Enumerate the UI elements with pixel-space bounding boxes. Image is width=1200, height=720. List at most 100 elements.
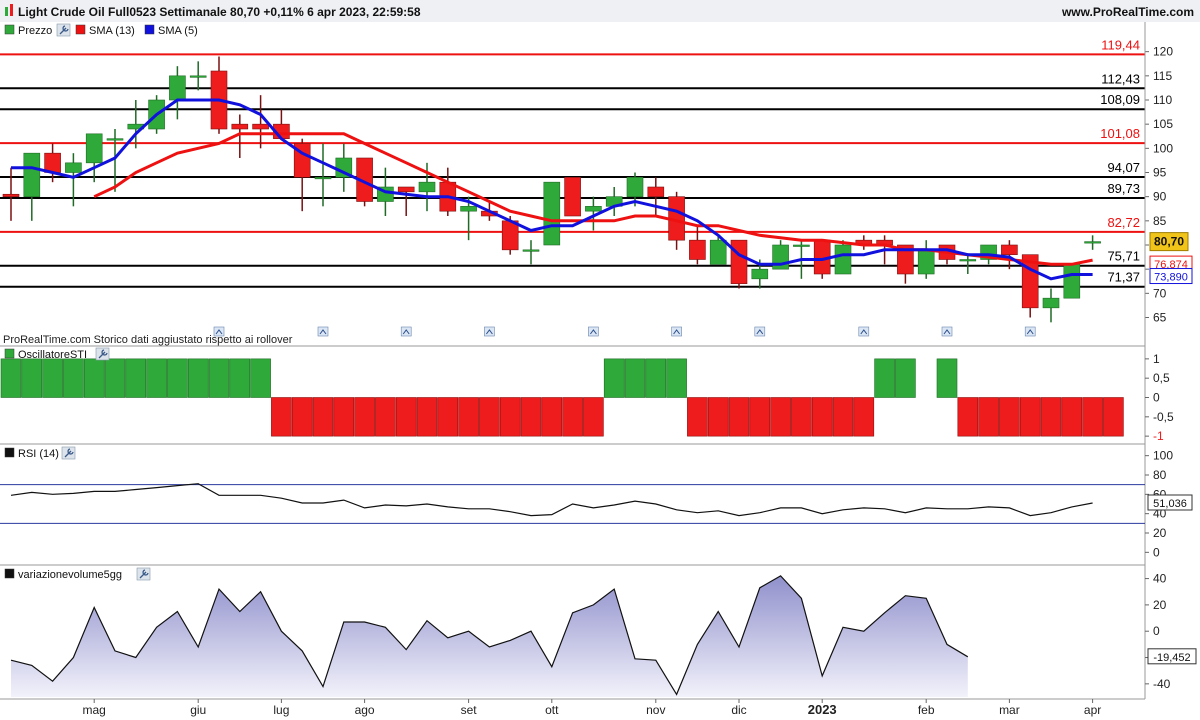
x-axis: mag giu lug ago set ott nov dic 2023 feb mar apr — [83, 699, 1101, 717]
rsi-legend: RSI (14) — [4, 446, 76, 460]
sti-bar — [499, 397, 521, 437]
candle-body — [1001, 244, 1018, 255]
event-marker-box — [588, 326, 599, 337]
x-tick-label: apr — [1084, 703, 1101, 717]
event-marker-icon — [671, 326, 682, 337]
x-tick-label: ott — [545, 703, 559, 717]
candle-body — [169, 75, 186, 101]
sti-bar — [1040, 397, 1062, 437]
x-tick-label: 2023 — [808, 702, 837, 717]
price-y-tick-label: 90 — [1153, 190, 1167, 204]
event-marker-box — [858, 326, 870, 337]
sti-y-tick-label: 1 — [1153, 352, 1160, 366]
sti-bar — [707, 397, 729, 437]
volume-label: variazionevolume5gg — [18, 569, 122, 581]
candle-body — [751, 268, 769, 280]
candle-body — [522, 249, 540, 252]
sti-bar — [42, 358, 63, 398]
candle-body — [252, 123, 269, 130]
volume-y-tick-label: 40 — [1153, 572, 1167, 586]
sti-bar — [895, 358, 916, 398]
level-label: 94,07 — [1107, 160, 1140, 175]
volume-y-tick-label: -40 — [1153, 677, 1171, 691]
sma5-last-label: 73,890 — [1154, 272, 1188, 284]
sti-bar — [208, 358, 230, 398]
candle-body — [626, 177, 644, 197]
sti-bar — [83, 358, 105, 398]
event-marker-box — [1024, 326, 1036, 337]
candle-body — [189, 75, 207, 78]
event-marker-icon — [858, 326, 870, 337]
x-tick-label: lug — [273, 703, 289, 717]
legend-sma13-swatch — [75, 24, 86, 35]
event-marker-icon — [317, 326, 329, 337]
level-label: 89,73 — [1107, 181, 1140, 196]
sti-bar — [749, 397, 771, 437]
price-y-tick-label: 65 — [1153, 311, 1167, 325]
rsi-line — [10, 483, 1093, 517]
legend-sma5-swatch — [144, 24, 155, 35]
sti-bar — [583, 397, 604, 437]
volume-panel: 40200-20-40-19,452 — [10, 572, 1197, 697]
candle-body — [959, 259, 977, 262]
candle-body — [44, 152, 61, 173]
wrench-icon[interactable] — [61, 446, 76, 460]
sti-bar — [770, 397, 791, 437]
sti-bar — [520, 397, 542, 437]
candle-body — [85, 133, 103, 164]
candle-body — [106, 138, 124, 141]
price-last-label: 80,70 — [1154, 235, 1184, 249]
x-tick-label: ago — [355, 703, 375, 717]
sti-bar — [167, 358, 188, 398]
event-marker-box — [941, 326, 953, 337]
event-marker-icon — [588, 326, 599, 337]
candle-body — [65, 162, 82, 173]
price-y-tick-label: 105 — [1153, 117, 1173, 131]
legend-sma5-label: SMA (5) — [158, 25, 198, 37]
sti-bar — [458, 397, 479, 437]
volume-y-tick-label: 20 — [1153, 598, 1167, 612]
sti-bar — [624, 358, 646, 398]
wrench-icon[interactable] — [136, 567, 151, 581]
sti-bar — [104, 358, 126, 398]
chart-title: Light Crude Oil Full0523 Settimanale 80,… — [18, 5, 421, 19]
sti-bar — [333, 397, 355, 437]
candle-body — [709, 239, 727, 265]
sti-bar — [1103, 397, 1124, 437]
sti-bar — [1082, 397, 1103, 437]
price-y-tick-label: 110 — [1153, 93, 1172, 107]
rsi-label: RSI (14) — [18, 448, 59, 460]
sti-bar — [874, 358, 895, 398]
candle-body — [917, 249, 935, 275]
event-marker-icon — [941, 326, 953, 337]
rsi-y-tick-label: 80 — [1153, 468, 1167, 482]
x-tick-label: giu — [190, 703, 206, 717]
sti-bar — [291, 397, 313, 437]
sti-bar — [187, 358, 209, 398]
wrench-icon[interactable] — [95, 347, 110, 361]
event-marker-icon — [754, 326, 766, 337]
sti-bar — [645, 358, 667, 398]
sti-bar — [936, 358, 958, 398]
candle-body — [501, 220, 519, 251]
candle-body — [1042, 297, 1060, 309]
sti-bar — [395, 397, 417, 437]
price-panel: 65707580859095100105110115120119,44112,4… — [0, 37, 1193, 337]
level-label: 112,43 — [1101, 71, 1140, 86]
sti-y-tick-label: 0,5 — [1153, 371, 1170, 385]
sti-bar — [437, 397, 459, 437]
price-y-tick-label: 120 — [1153, 45, 1173, 59]
site-label: www.ProRealTime.com — [1061, 5, 1194, 19]
candle-body — [1063, 264, 1081, 299]
candle-body — [231, 123, 249, 130]
sti-bar — [21, 358, 43, 398]
x-tick-label: nov — [646, 703, 665, 717]
event-marker-icon — [484, 326, 495, 337]
event-marker-box — [671, 326, 682, 337]
sti-bar — [562, 397, 583, 437]
sti-bar — [853, 397, 875, 437]
wrench-icon[interactable] — [56, 23, 71, 37]
sti-bar — [229, 358, 251, 398]
sti-bar — [354, 397, 375, 437]
rsi-last-label: 51,036 — [1153, 498, 1187, 510]
